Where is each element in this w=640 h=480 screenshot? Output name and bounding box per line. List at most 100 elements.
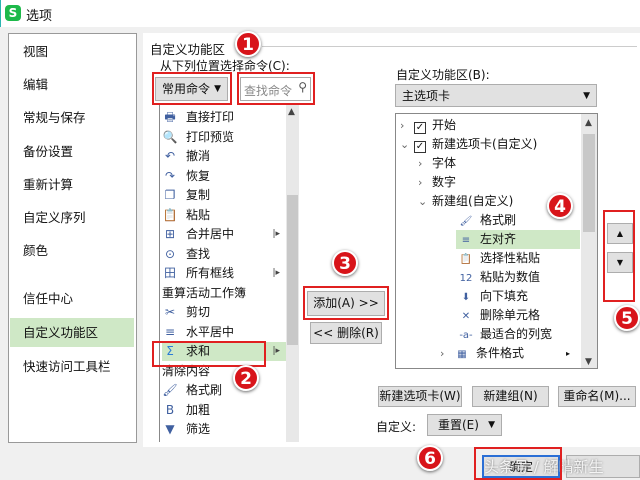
command-item[interactable]: 🖶 直接打印 [162,108,286,127]
app-logo-icon: S [5,5,21,21]
delete-cells-icon: ✕ [461,311,471,322]
window-title: 选项 [26,9,53,24]
command-item[interactable]: ✂ 剪切 [162,303,286,322]
nav-item[interactable]: 自定义序列 [10,203,134,232]
tree-item[interactable]: ⬇ 向下填充 [458,287,528,306]
command-item[interactable]: ▼ 筛选 [162,420,286,439]
scroll-up-icon[interactable]: ▲ [288,107,295,117]
highlight-box [237,72,315,105]
reset-select[interactable]: 重置(E) ▼ [427,414,502,436]
tree-item[interactable]: ≡ 左对齐 [456,230,580,249]
tree-item[interactable]: -a- 最适合的列宽 [458,325,552,344]
reset-value: 重置(E) [438,418,479,432]
autofit-icon: -a- [459,330,473,341]
command-item[interactable]: ⊙ 查找 [162,245,286,264]
command-item[interactable]: 重算活动工作簿 [162,284,286,303]
scroll-thumb[interactable] [287,195,298,345]
command-label: 打印预览 [186,129,235,144]
group-divider [262,46,637,47]
command-item[interactable]: ↷ 恢复 [162,167,286,186]
format-painter-icon: 🖌 [162,383,178,397]
expand-icon[interactable]: › [418,173,432,192]
submenu-arrow-icon: |▸ [272,268,280,278]
scroll-down-icon[interactable]: ▼ [585,357,592,367]
command-item[interactable]: B 加粗 [162,401,286,420]
tree-item[interactable]: › 字体 [418,154,456,173]
tree-item[interactable]: 🖌 格式刷 [458,211,516,230]
scrollbar[interactable]: ▲ ▼ [581,114,597,368]
paste-values-icon: 12 [459,273,473,284]
tree-item[interactable]: ⌄ 新建组(自定义) [418,192,513,211]
tree-item[interactable]: › ▦ 条件格式 ▸ [440,344,570,363]
command-label: 撤消 [186,149,211,163]
tree-item[interactable]: ✕ 删除单元格 [458,306,540,325]
redo-icon: ↷ [164,168,176,183]
tree-label: 字体 [432,156,457,170]
command-label: 所有框线 [186,266,235,280]
nav-item[interactable]: 快速访问工具栏 [10,352,134,381]
cut-icon: ✂ [164,305,176,319]
rename-button[interactable]: 重命名(M)... [558,386,636,407]
nav-item[interactable]: 编辑 [10,70,134,99]
command-label: 粘贴 [186,207,211,222]
new-group-button[interactable]: 新建组(N) [472,386,549,407]
nav-item[interactable]: 重新计算 [10,170,134,199]
tree-label: 新建组(自定义) [432,194,514,208]
checkbox[interactable]: ✓ [414,122,426,134]
scrollbar[interactable]: ▲ [286,105,299,442]
command-item[interactable]: ≡ 水平居中 [162,323,286,342]
command-item[interactable]: 田所有框线 |▸ [162,264,286,283]
highlight-box [603,210,635,302]
command-item[interactable]: 🖌 格式刷 [162,381,286,400]
tree-label: 格式刷 [480,213,517,227]
expand-icon[interactable]: › [418,154,432,173]
nav-item[interactable]: 信任中心 [10,284,134,313]
undo-icon: ↶ [164,149,176,163]
checkbox[interactable]: ✓ [414,141,426,153]
step-marker-5: 5 [614,305,640,331]
nav-item[interactable]: 常规与保存 [10,103,134,132]
command-item[interactable]: 🔍 打印预览 [162,128,286,147]
tree-item[interactable]: 📋 选择性粘贴 [458,249,540,268]
tree-item[interactable]: ⌄ ✓ 新建选项卡(自定义) [400,135,537,154]
scroll-thumb[interactable] [583,134,595,232]
highlight-box [152,72,232,105]
nav-item[interactable]: 颜色 [10,236,134,265]
options-nav: 视图编辑常规与保存备份设置重新计算自定义序列颜色信任中心自定义功能区 快速访问工具… [8,33,137,443]
command-item[interactable]: 📋 粘贴 [162,206,286,225]
ribbon-tree[interactable]: ▲ ▼ › ✓ 开始 ⌄ ✓ 新建选项卡(自定义) › 字体 › 数字 ⌄ 新建组(自定义) 🖌 格式刷 ≡… [395,113,598,369]
ribbon-label: 自定义功能区(B): [396,68,490,82]
align-center-icon: ≡ [164,324,176,339]
collapse-icon[interactable]: ⌄ [418,192,432,211]
collapse-icon[interactable]: ⌄ [400,135,414,154]
command-item[interactable]: ↶ 撤消 [162,147,286,166]
command-label: 复制 [186,188,211,202]
paste-icon: 📋 [162,207,178,222]
remove-button[interactable]: << 删除(R) [310,322,382,344]
nav-item[interactable]: 自定义功能区 [10,318,134,347]
expand-icon[interactable]: › [440,344,454,363]
new-tab-button[interactable]: 新建选项卡(W) [378,386,462,407]
scroll-up-icon[interactable]: ▲ [585,118,592,128]
command-label: 水平居中 [186,324,235,339]
command-label: 查找 [186,246,211,261]
tab-select[interactable]: 主选项卡 ▼ [395,84,597,107]
bold-icon: B [165,402,175,417]
tree-item[interactable]: › ✓ 开始 [400,116,456,135]
nav-item[interactable]: 备份设置 [10,137,134,166]
submenu-arrow-icon: |▸ [272,346,280,356]
nav-item[interactable]: 视图 [10,37,134,66]
borders-icon: 田 [163,266,176,280]
command-list[interactable]: ▲ 🖶 直接打印 🔍 打印预览 ↶ 撤消 ↷ 恢复 ❐ 复制 📋 粘贴 ⊞ 合并居中 |▸ ⊙ 查找田所有框线 |… [159,105,299,442]
find-icon: ⊙ [164,246,176,261]
tree-label: 删除单元格 [480,308,541,322]
command-item[interactable]: ⊞ 合并居中 |▸ [162,225,286,244]
tab-select-value: 主选项卡 [402,89,451,103]
expand-icon[interactable]: › [400,116,414,135]
submenu-arrow-icon: ▸ [566,349,571,358]
command-item[interactable]: ❐ 复制 [162,186,286,205]
fill-down-icon: ⬇ [461,292,471,303]
tree-item[interactable]: › 数字 [418,173,456,192]
paste-special-icon: 📋 [459,254,473,265]
tree-item[interactable]: 12 粘贴为数值 [458,268,540,287]
